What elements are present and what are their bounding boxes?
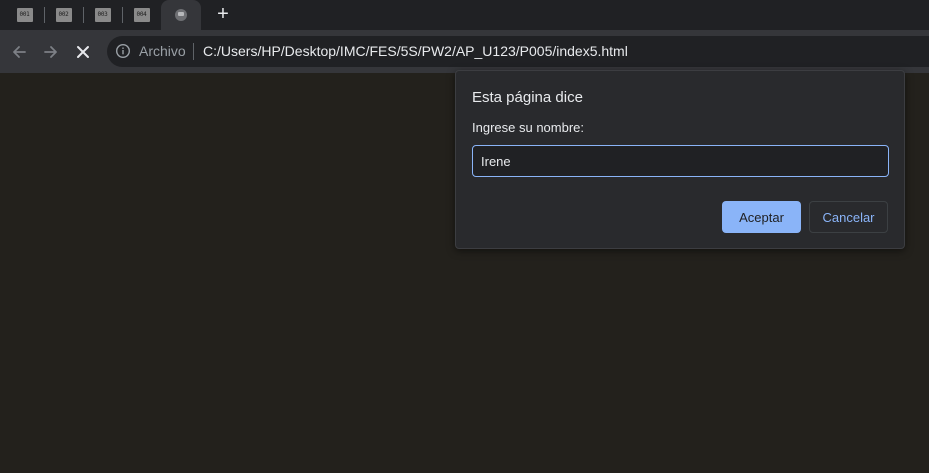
- tab-active[interactable]: [161, 0, 201, 30]
- accept-button[interactable]: Aceptar: [722, 201, 801, 233]
- tab-favicon-icon: 001: [16, 8, 33, 22]
- browser-toolbar: Archivo C:/Users/HP/Desktop/IMC/FES/5S/P…: [0, 30, 929, 73]
- arrow-right-icon: [44, 46, 57, 58]
- tab-001[interactable]: 001: [5, 0, 44, 30]
- name-input[interactable]: [472, 145, 889, 177]
- tab-favicon-icon: 004: [133, 8, 150, 22]
- new-tab-button[interactable]: +: [212, 4, 234, 26]
- arrow-left-icon: [13, 46, 26, 58]
- address-bar[interactable]: Archivo C:/Users/HP/Desktop/IMC/FES/5S/P…: [107, 36, 929, 67]
- tab-004[interactable]: 004: [122, 0, 161, 30]
- info-icon[interactable]: [115, 43, 131, 59]
- tab-favicon-icon: 002: [55, 8, 72, 22]
- tab-strip: 001 002 003 004 +: [0, 0, 929, 30]
- forward-button[interactable]: [39, 40, 63, 64]
- close-icon: [77, 46, 89, 58]
- security-status-label[interactable]: Archivo: [139, 43, 186, 60]
- cancel-button[interactable]: Cancelar: [809, 201, 888, 233]
- dialog-message: Ingrese su nombre:: [472, 120, 585, 135]
- stop-loading-button[interactable]: [71, 40, 95, 64]
- tab-003[interactable]: 003: [83, 0, 122, 30]
- globe-icon: [175, 9, 187, 21]
- url-divider: [193, 43, 194, 60]
- back-button[interactable]: [7, 40, 31, 64]
- dialog-title: Esta página dice: [472, 89, 583, 106]
- tab-favicon-icon: 003: [94, 8, 111, 22]
- tab-002[interactable]: 002: [44, 0, 83, 30]
- prompt-dialog: Esta página dice Ingrese su nombre: Acep…: [455, 70, 905, 249]
- url-text[interactable]: C:/Users/HP/Desktop/IMC/FES/5S/PW2/AP_U1…: [203, 43, 628, 60]
